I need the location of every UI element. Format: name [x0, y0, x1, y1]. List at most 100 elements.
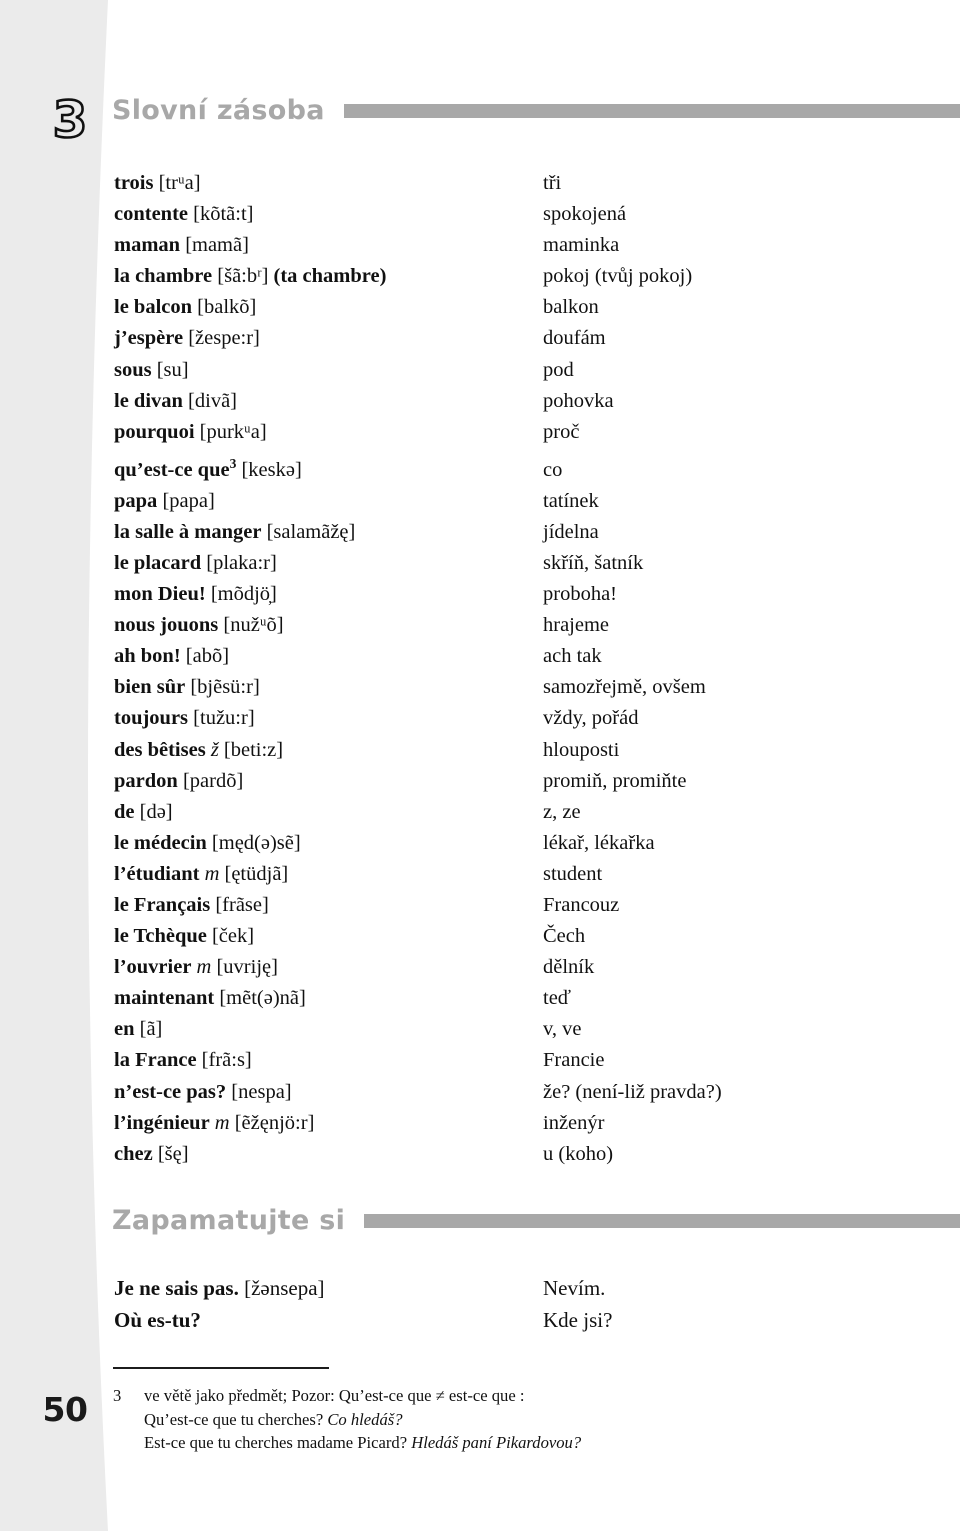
- entry-translation: spokojená: [543, 203, 627, 226]
- pronunciation: [uvriję]: [211, 956, 278, 979]
- vocabulary-row: l’ouvrier m [uvriję] dělník: [114, 952, 950, 983]
- entry-source-term: qu’est-ce que3 [keskə]: [114, 448, 543, 486]
- term-text: nous jouons: [114, 614, 219, 637]
- entry-source-term: nous jouons [nužᵘõ]: [114, 610, 543, 641]
- term-text: pardon: [114, 769, 178, 792]
- term-variant: (ta chambre): [268, 265, 387, 288]
- vocabulary-heading-label: Slovní zásoba: [112, 95, 325, 126]
- entry-translation: pokoj (tvůj pokoj): [543, 265, 693, 288]
- entry-source-term: sous [su]: [114, 355, 543, 386]
- term-text: le placard: [114, 551, 202, 574]
- heading-rule: [364, 1213, 960, 1228]
- term-text: l’étudiant: [114, 862, 200, 885]
- entry-translation: Nevím.: [543, 1276, 606, 1300]
- entry-translation: jídelna: [543, 520, 599, 543]
- entry-source-term: maman [mamã]: [114, 230, 543, 261]
- entry-source-term: le divan [divã]: [114, 386, 543, 417]
- pronunciation: [papa]: [157, 489, 215, 512]
- entry-source-term: maintenant [mẽt(ə)nã]: [114, 983, 543, 1014]
- entry-source-term: la chambre [šã:bʳ] (ta chambre): [114, 261, 543, 292]
- term-text: trois: [114, 172, 154, 194]
- vocabulary-row: trois [trᵘa] tři: [114, 168, 950, 199]
- entry-source-term: l’ingénieur m [ẽžęnjö:r]: [114, 1108, 543, 1139]
- pronunciation: [frã:s]: [196, 1049, 252, 1072]
- phrase-row: Où es-tu? Kde jsi?: [114, 1304, 950, 1336]
- footnote-line-3: Est-ce que tu cherches madame Picard? Hl…: [144, 1431, 873, 1455]
- entry-source-term: n’est-ce pas? [nespa]: [114, 1077, 543, 1108]
- term-text: le Français: [114, 893, 211, 916]
- entry-source-term: des bêtises ž [beti:z]: [114, 735, 543, 766]
- footnote: 3 ve větě jako předmět; Pozor: Qu’est-ce…: [113, 1384, 873, 1455]
- pronunciation: [ętüdjã]: [219, 862, 289, 885]
- vocabulary-list: trois [trᵘa] tři contente [kõtã:t] spokojen…: [114, 168, 950, 1170]
- entry-translation: proč: [543, 420, 580, 443]
- heading-rule: [343, 103, 960, 118]
- entry-source-term: mon Dieu! [mõdjö̦]: [114, 579, 543, 610]
- pronunciation: [mẽt(ə)nã]: [214, 987, 306, 1010]
- term-text: de: [114, 800, 135, 823]
- pronunciation: [bjẽsü:r]: [185, 676, 260, 699]
- gender-marker: m: [191, 956, 212, 979]
- vocabulary-row: mon Dieu! [mõdjö̦] proboha!: [114, 579, 950, 610]
- footnote-line-1: ve větě jako předmět; Pozor: Qu’est-ce q…: [144, 1386, 525, 1405]
- term-text: la France: [114, 1049, 197, 1072]
- pronunciation: [salamãžę]: [261, 520, 356, 543]
- footnote-marker: 3: [113, 1386, 122, 1405]
- term-text: Où es-tu?: [114, 1308, 201, 1332]
- vocabulary-row: en [ã] v, ve: [114, 1014, 950, 1045]
- footnote-body: ve větě jako předmět; Pozor: Qu’est-ce q…: [144, 1384, 873, 1455]
- vocabulary-row: chez [šę] u (koho): [114, 1139, 950, 1170]
- vocabulary-row: l’ingénieur m [ẽžęnjö:r] inženýr: [114, 1108, 950, 1139]
- entry-source-term: le balcon [balkõ]: [114, 292, 543, 323]
- pronunciation: [də]: [134, 800, 173, 823]
- entry-translation: student: [543, 862, 603, 885]
- footnote-separator: [113, 1367, 329, 1369]
- pronunciation: [tužu:r]: [188, 707, 255, 730]
- entry-translation: skříň, šatník: [543, 551, 644, 574]
- term-text: n’est-ce pas?: [114, 1080, 227, 1103]
- pronunciation: [frãse]: [210, 893, 269, 916]
- term-text: chez: [114, 1142, 153, 1165]
- entry-translation: pod: [543, 358, 574, 381]
- entry-source-term: j’espère [žespe:r]: [114, 323, 543, 354]
- entry-source-term: pardon [pardõ]: [114, 766, 543, 797]
- footnote-line-3-plain: Est-ce que tu cherches madame Picard?: [144, 1433, 412, 1452]
- term-text: en: [114, 1018, 135, 1041]
- entry-source-term: la France [frã:s]: [114, 1045, 543, 1076]
- vocabulary-row: des bêtises ž [beti:z] hlouposti: [114, 735, 950, 766]
- vocabulary-row: le Tchèque [ček] Čech: [114, 921, 950, 952]
- entry-translation: hlouposti: [543, 738, 620, 761]
- vocabulary-row: maman [mamã] maminka: [114, 230, 950, 261]
- pronunciation: [nužᵘõ]: [218, 614, 284, 637]
- entry-translation: ach tak: [543, 645, 602, 668]
- vocabulary-row: n’est-ce pas? [nespa] že? (není-liž pravd…: [114, 1077, 950, 1108]
- pronunciation: [mõdjö̦]: [205, 583, 277, 606]
- entry-translation: dělník: [543, 956, 595, 979]
- pronunciation: [šã:bʳ]: [212, 265, 269, 288]
- footnote-line-2: Qu’est-ce que tu cherches? Co hledáš?: [144, 1408, 873, 1432]
- phrase-list: Je ne sais pas. [žənsepa] Nevím. Où es-tu?…: [114, 1272, 950, 1336]
- entry-source-term: pourquoi [purkᵘa]: [114, 417, 543, 448]
- vocabulary-row: la salle à manger [salamãžę] jídelna: [114, 517, 950, 548]
- vocabulary-row: sous [su] pod: [114, 355, 950, 386]
- term-text: maman: [114, 234, 181, 257]
- pronunciation: [abõ]: [180, 645, 230, 668]
- entry-translation: že? (není-liž pravda?): [543, 1080, 722, 1103]
- term-text: des bêtises: [114, 738, 206, 761]
- term-text: sous: [114, 358, 152, 381]
- term-text: l’ouvrier: [114, 956, 192, 979]
- entry-translation: co: [543, 458, 563, 481]
- pronunciation: [šę]: [152, 1142, 189, 1165]
- entry-translation: Francie: [543, 1049, 605, 1072]
- entry-source-term: l’étudiant m [ętüdjã]: [114, 859, 543, 890]
- gender-marker: m: [209, 1111, 230, 1134]
- entry-translation: balkon: [543, 296, 599, 319]
- entry-translation: vždy, pořád: [543, 707, 639, 730]
- pronunciation: [ã]: [134, 1018, 163, 1041]
- entry-source-term: toujours [tužu:r]: [114, 703, 543, 734]
- pronunciation: [mamã]: [180, 234, 249, 257]
- vocabulary-row: le Français [frãse] Francouz: [114, 890, 950, 921]
- pronunciation: [pardõ]: [177, 769, 244, 792]
- term-text: toujours: [114, 707, 189, 730]
- entry-source-term: Je ne sais pas. [žənsepa]: [114, 1272, 543, 1304]
